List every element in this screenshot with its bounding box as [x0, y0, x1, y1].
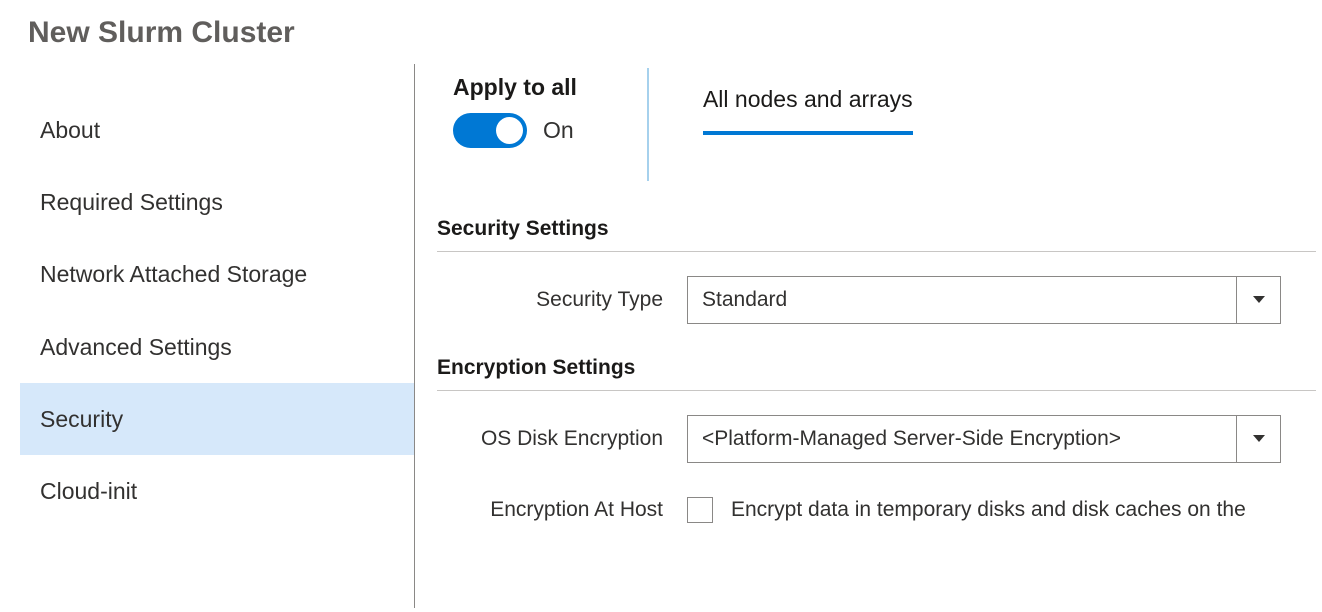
sidebar-item-advanced-settings[interactable]: Advanced Settings [20, 311, 414, 383]
os-disk-encryption-value: <Platform-Managed Server-Side Encryption… [688, 427, 1236, 451]
encryption-settings-section: Encryption Settings OS Disk Encryption <… [437, 348, 1322, 533]
encryption-settings-title: Encryption Settings [437, 356, 1316, 391]
toggle-state-label: On [543, 117, 574, 144]
encryption-at-host-row: Encryption At Host Encrypt data in tempo… [437, 487, 1322, 533]
sidebar: About Required Settings Network Attached… [0, 64, 415, 608]
sidebar-item-about[interactable]: About [20, 94, 414, 166]
tab-all-nodes[interactable]: All nodes and arrays [703, 86, 913, 135]
apply-to-all-toggle[interactable] [453, 113, 527, 148]
apply-to-all-label: Apply to all [453, 74, 577, 101]
encryption-at-host-description: Encrypt data in temporary disks and disk… [731, 498, 1246, 522]
encryption-at-host-checkbox[interactable] [687, 497, 713, 523]
security-type-value: Standard [688, 288, 1236, 312]
sidebar-item-required-settings[interactable]: Required Settings [20, 166, 414, 238]
security-settings-title: Security Settings [437, 217, 1316, 252]
content-wrapper: About Required Settings Network Attached… [0, 64, 1322, 608]
apply-to-all-group: Apply to all On [437, 74, 647, 148]
page-title: New Slurm Cluster [0, 0, 1322, 64]
security-type-row: Security Type Standard [437, 252, 1322, 348]
security-type-label: Security Type [437, 288, 687, 312]
os-disk-encryption-label: OS Disk Encryption [437, 427, 687, 451]
security-type-dropdown[interactable]: Standard [687, 276, 1281, 324]
chevron-down-icon [1236, 416, 1280, 462]
sidebar-item-security[interactable]: Security [20, 383, 414, 455]
os-disk-encryption-row: OS Disk Encryption <Platform-Managed Ser… [437, 391, 1322, 487]
encryption-at-host-label: Encryption At Host [437, 498, 687, 522]
chevron-down-icon [1236, 277, 1280, 323]
tab-container: All nodes and arrays [649, 74, 913, 135]
top-row: Apply to all On All nodes and arrays [437, 74, 1322, 211]
toggle-knob [496, 117, 523, 144]
security-settings-section: Security Settings Security Type Standard [437, 211, 1322, 348]
sidebar-item-cloud-init[interactable]: Cloud-init [20, 455, 414, 527]
toggle-row: On [453, 113, 577, 148]
sidebar-item-network-attached-storage[interactable]: Network Attached Storage [20, 238, 414, 310]
os-disk-encryption-dropdown[interactable]: <Platform-Managed Server-Side Encryption… [687, 415, 1281, 463]
main-content: Apply to all On All nodes and arrays Sec… [415, 64, 1322, 608]
